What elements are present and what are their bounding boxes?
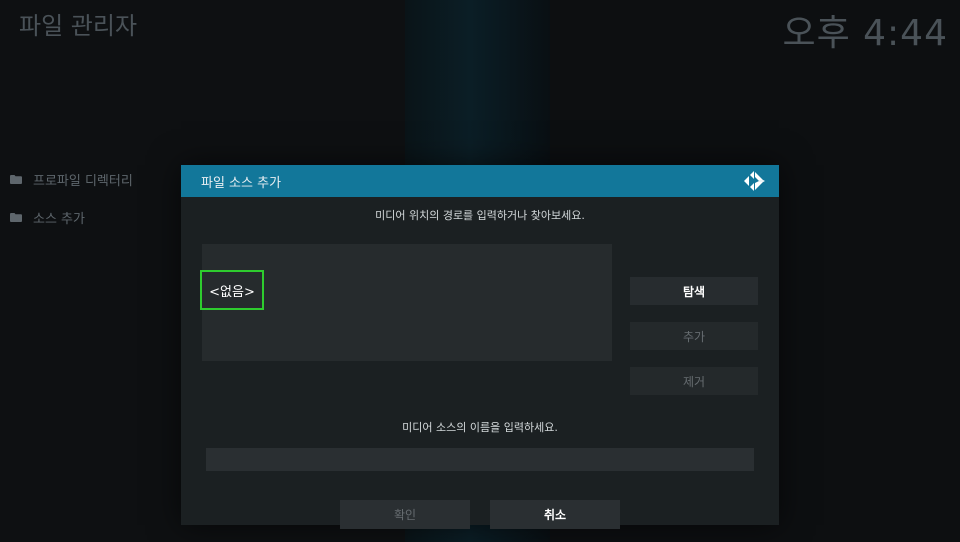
sidebar-item-label: 소스 추가 <box>33 211 85 227</box>
remove-button[interactable]: 제거 <box>630 367 758 395</box>
source-name-field[interactable] <box>206 448 754 471</box>
sidebar: 프로파일 디렉터리 소스 추가 <box>10 160 133 236</box>
add-button[interactable]: 추가 <box>630 322 758 350</box>
sidebar-item-add-source[interactable]: 소스 추가 <box>10 198 133 236</box>
folder-icon <box>10 174 22 184</box>
path-hint: 미디어 위치의 경로를 입력하거나 찾아보세요. <box>375 209 585 222</box>
sidebar-item-label: 프로파일 디렉터리 <box>33 173 133 189</box>
browse-button[interactable]: 탐색 <box>630 277 758 305</box>
dialog-header: 파일 소스 추가 <box>181 165 779 197</box>
source-name-hint: 미디어 소스의 이름을 입력하세요. <box>402 421 558 434</box>
dialog-body: 미디어 위치의 경로를 입력하거나 찾아보세요. <없음> 탐색 추가 제거 미… <box>181 197 779 529</box>
kodi-logo-icon <box>744 171 765 191</box>
add-file-source-dialog: 파일 소스 추가 미디어 위치의 경로를 입력하거나 찾아보세요. <없음> 탐… <box>181 165 779 529</box>
screen: 파일 관리자 오후 4:44 프로파일 디렉터리 소스 추가 파일 소스 추가 <box>0 0 960 542</box>
path-list-item[interactable]: <없음> <box>200 270 264 310</box>
folder-icon <box>10 212 22 222</box>
sidebar-item-profile-directory[interactable]: 프로파일 디렉터리 <box>10 160 133 198</box>
cancel-button[interactable]: 취소 <box>490 500 620 529</box>
clock: 오후 4:44 <box>782 13 948 54</box>
dialog-title: 파일 소스 추가 <box>201 175 282 191</box>
page-title: 파일 관리자 <box>19 12 138 40</box>
ok-button[interactable]: 확인 <box>340 500 470 529</box>
